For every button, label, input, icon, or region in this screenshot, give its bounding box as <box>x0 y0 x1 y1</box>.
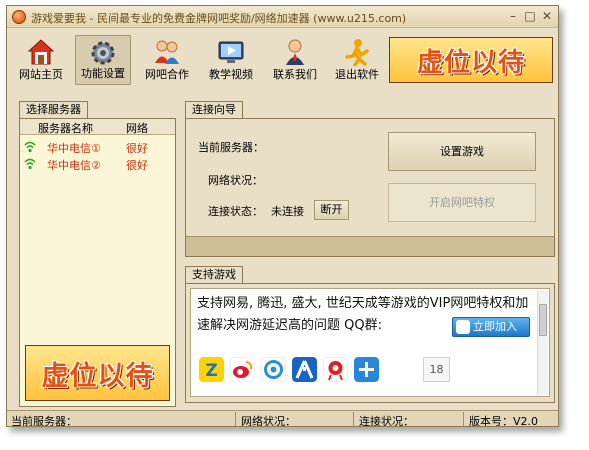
status-divider <box>463 412 464 426</box>
side-ad-banner[interactable]: 虚位以待 <box>25 345 170 401</box>
server-row[interactable]: 华中电信① 很好 <box>20 140 175 155</box>
toolbar-label: 功能设置 <box>81 67 125 80</box>
connect-state-value: 未连接 <box>271 205 304 218</box>
games-scrollbar[interactable] <box>537 290 548 395</box>
toolbar-label: 联系我们 <box>273 68 317 81</box>
renren-icon[interactable] <box>292 357 317 382</box>
top-ad-banner[interactable]: 虚位以待 <box>389 37 553 83</box>
server-name: 华中电信① <box>47 142 101 155</box>
connect-progress-strip <box>186 236 554 256</box>
disconnect-button[interactable]: 断开 <box>314 200 349 220</box>
server-network: 很好 <box>126 159 148 172</box>
title-bar: 游戏爱要我 - 民间最专业的免费金牌网吧奖励/网络加速器 (www.u215.c… <box>7 6 558 28</box>
status-current-server: 当前服务器： <box>11 415 77 427</box>
svg-text:Z: Z <box>205 361 217 381</box>
tab-connect-wizard: 连接向导 <box>185 101 243 118</box>
close-button[interactable]: ✕ <box>540 9 554 23</box>
toolbar-label: 退出软件 <box>335 68 379 81</box>
column-header-network[interactable]: 网络 <box>126 120 148 136</box>
signal-icon <box>24 158 36 170</box>
tencent-weibo-icon[interactable] <box>261 357 286 382</box>
signal-icon <box>24 141 36 153</box>
qq-group-icon <box>456 320 470 334</box>
status-connect: 连接状况： <box>359 415 414 427</box>
toolbar: 网站主页 功能设置 网吧合作 教学视频 联系我们 退出软件 虚位以待 <box>7 29 558 91</box>
exit-icon <box>345 39 369 66</box>
video-icon <box>218 41 244 63</box>
scrollbar-thumb[interactable] <box>539 304 547 336</box>
server-name: 华中电信② <box>47 159 101 172</box>
server-list: 服务器名称 网络 华中电信① 很好 华中电信② 很好 虚位以待 <box>19 118 176 407</box>
server-row[interactable]: 华中电信② 很好 <box>20 157 175 172</box>
tab-supported-games: 支持游戏 <box>185 266 243 283</box>
open-privilege-button[interactable]: 开启网吧特权 <box>388 183 536 222</box>
banner-text: 虚位以待 <box>41 360 154 392</box>
window-title: 游戏爱要我 - 民间最专业的免费金牌网吧奖励/网络加速器 (www.u215.c… <box>31 12 407 25</box>
status-divider <box>353 412 354 426</box>
app-window: 游戏爱要我 - 民间最专业的免费金牌网吧奖励/网络加速器 (www.u215.c… <box>6 5 559 427</box>
current-server-label: 当前服务器： <box>198 141 264 154</box>
plus-icon[interactable] <box>354 357 379 382</box>
network-status-label: 网络状况： <box>208 174 263 187</box>
toolbar-home-button[interactable]: 网站主页 <box>13 35 69 85</box>
share-count: 18 <box>423 357 450 382</box>
toolbar-cooperation-button[interactable]: 网吧合作 <box>139 35 195 85</box>
column-header-name[interactable]: 服务器名称 <box>38 120 93 136</box>
server-network: 很好 <box>126 142 148 155</box>
toolbar-exit-button[interactable]: 退出软件 <box>329 35 385 85</box>
connect-state-label: 连接状态： <box>208 205 263 218</box>
banner-text: 虚位以待 <box>416 47 525 78</box>
games-content: 支持网易, 腾迅, 盛大, 世纪天成等游戏的VIP网吧特权和加速解决网游延迟高的… <box>190 288 550 397</box>
status-bar: 当前服务器： 网络状况： 连接状况： 版本号：V2.0 <box>7 410 558 427</box>
contact-icon <box>286 39 304 65</box>
toolbar-label: 网吧合作 <box>145 68 189 81</box>
status-network: 网络状况： <box>241 415 296 427</box>
toolbar-label: 网站主页 <box>19 68 63 81</box>
qzone-icon[interactable]: Z <box>199 357 224 382</box>
netease-icon[interactable] <box>323 357 348 382</box>
toolbar-video-button[interactable]: 教学视频 <box>203 35 259 85</box>
join-label: 立即加入 <box>473 320 517 333</box>
join-qq-group-button[interactable]: 立即加入 <box>452 317 530 337</box>
maximize-button[interactable]: □ <box>523 9 537 23</box>
setup-game-button[interactable]: 设置游戏 <box>388 132 536 171</box>
weibo-icon[interactable] <box>230 357 255 382</box>
server-list-header: 服务器名称 网络 <box>20 119 175 135</box>
toolbar-settings-button[interactable]: 功能设置 <box>75 35 131 85</box>
home-icon <box>27 39 55 65</box>
toolbar-label: 教学视频 <box>209 68 253 81</box>
minimize-button[interactable]: – <box>506 9 520 23</box>
users-icon <box>155 40 179 64</box>
status-divider <box>235 412 236 426</box>
gear-icon <box>91 41 115 65</box>
app-logo-icon <box>12 10 26 24</box>
supported-games-panel: 支持网易, 腾迅, 盛大, 世纪天成等游戏的VIP网吧特权和加速解决网游延迟高的… <box>185 283 555 403</box>
tab-select-server: 选择服务器 <box>19 101 88 118</box>
connect-wizard-panel: 当前服务器： 网络状况： 连接状态： 未连接 断开 设置游戏 开启网吧特权 <box>185 118 555 257</box>
toolbar-contact-button[interactable]: 联系我们 <box>267 35 323 85</box>
status-version: 版本号：V2.0 <box>469 415 539 427</box>
